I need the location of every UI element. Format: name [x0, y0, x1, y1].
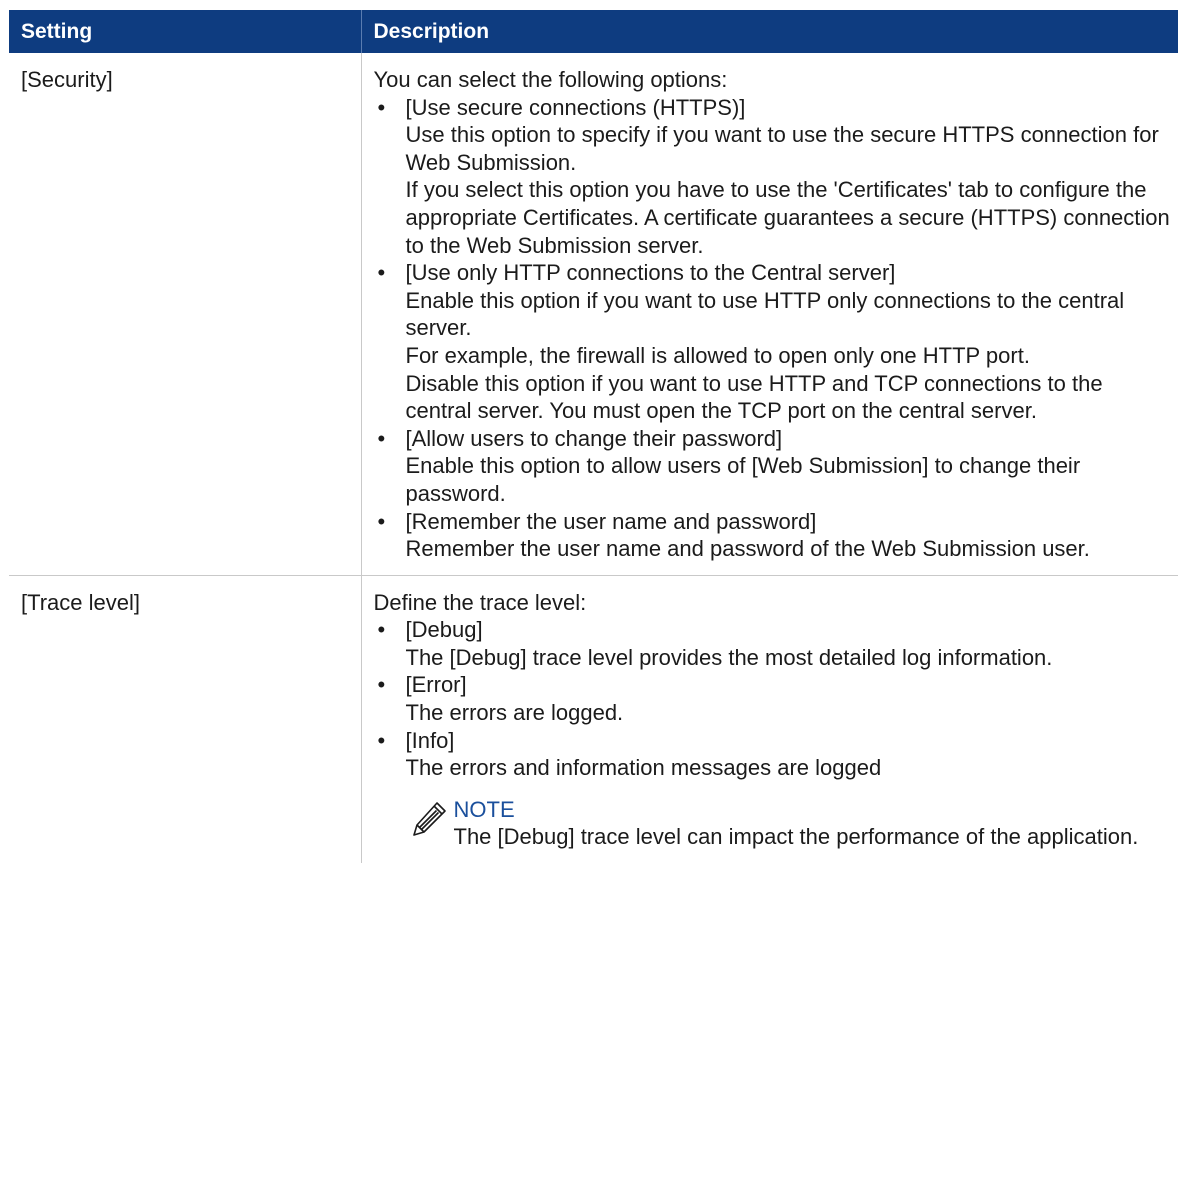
- list-item: • [Allow users to change their password]…: [374, 425, 1173, 508]
- note-text: The [Debug] trace level can impact the p…: [453, 824, 1139, 850]
- bullet-icon: •: [377, 508, 386, 534]
- table-row: [Security] You can select the following …: [9, 53, 1178, 576]
- list-item: • [Info] The errors and information mess…: [374, 727, 1173, 782]
- setting-description: Define the trace level: • [Debug] The [D…: [361, 575, 1178, 863]
- header-description: Description: [361, 10, 1178, 53]
- option-text: The errors are logged.: [405, 700, 624, 726]
- option-title: [Allow users to change their password]: [405, 425, 783, 451]
- bullet-icon: •: [377, 617, 386, 643]
- setting-description: You can select the following options: • …: [361, 53, 1178, 576]
- option-text: The errors and information messages are …: [405, 755, 882, 781]
- option-text: Enable this option to allow users of [We…: [405, 453, 1081, 506]
- table-row: [Trace level] Define the trace level: • …: [9, 575, 1178, 864]
- description-intro: Define the trace level:: [373, 589, 587, 615]
- option-text: Use this option to specify if you want t…: [405, 122, 1159, 175]
- option-title: [Error]: [405, 672, 467, 698]
- option-text: Enable this option if you want to use HT…: [405, 287, 1125, 341]
- option-title: [Debug]: [405, 617, 483, 643]
- option-title: [Remember the user name and password]: [405, 508, 817, 534]
- option-list: • [Use secure connections (HTTPS)] Use t…: [374, 94, 1173, 563]
- bullet-icon: •: [377, 94, 386, 120]
- option-text: If you select this option you have to us…: [405, 177, 1170, 258]
- list-item: • [Debug] The [Debug] trace level provid…: [374, 616, 1173, 671]
- option-list: • [Debug] The [Debug] trace level provid…: [374, 616, 1173, 782]
- table-header: Setting Description: [9, 10, 1178, 53]
- option-title: [Info]: [405, 727, 455, 753]
- note-label: NOTE: [453, 796, 515, 822]
- list-item: • [Error] The errors are logged.: [374, 671, 1173, 726]
- option-text: Remember the user name and password of t…: [405, 536, 1090, 562]
- setting-name: [Security]: [9, 53, 362, 576]
- option-title: [Use only HTTP connections to the Centra…: [405, 260, 896, 286]
- option-text: For example, the firewall is allowed to …: [405, 342, 1030, 368]
- settings-table: Setting Description [Security] You can s…: [9, 10, 1178, 864]
- note-box: NOTE The [Debug] trace level can impact …: [406, 796, 1173, 851]
- option-text: Disable this option if you want to use H…: [405, 370, 1103, 424]
- list-item: • [Use only HTTP connections to the Cent…: [374, 259, 1173, 425]
- bullet-icon: •: [377, 260, 386, 286]
- setting-name: [Trace level]: [9, 575, 362, 864]
- bullet-icon: •: [377, 672, 386, 698]
- bullet-icon: •: [377, 425, 386, 451]
- header-setting: Setting: [9, 10, 362, 53]
- list-item: • [Remember the user name and password] …: [374, 508, 1173, 563]
- option-title: [Use secure connections (HTTPS)]: [405, 94, 746, 120]
- bullet-icon: •: [377, 727, 386, 753]
- description-intro: You can select the following options:: [373, 67, 728, 92]
- pencil-icon: [410, 798, 450, 838]
- option-text: The [Debug] trace level provides the mos…: [405, 644, 1053, 670]
- list-item: • [Use secure connections (HTTPS)] Use t…: [374, 94, 1173, 260]
